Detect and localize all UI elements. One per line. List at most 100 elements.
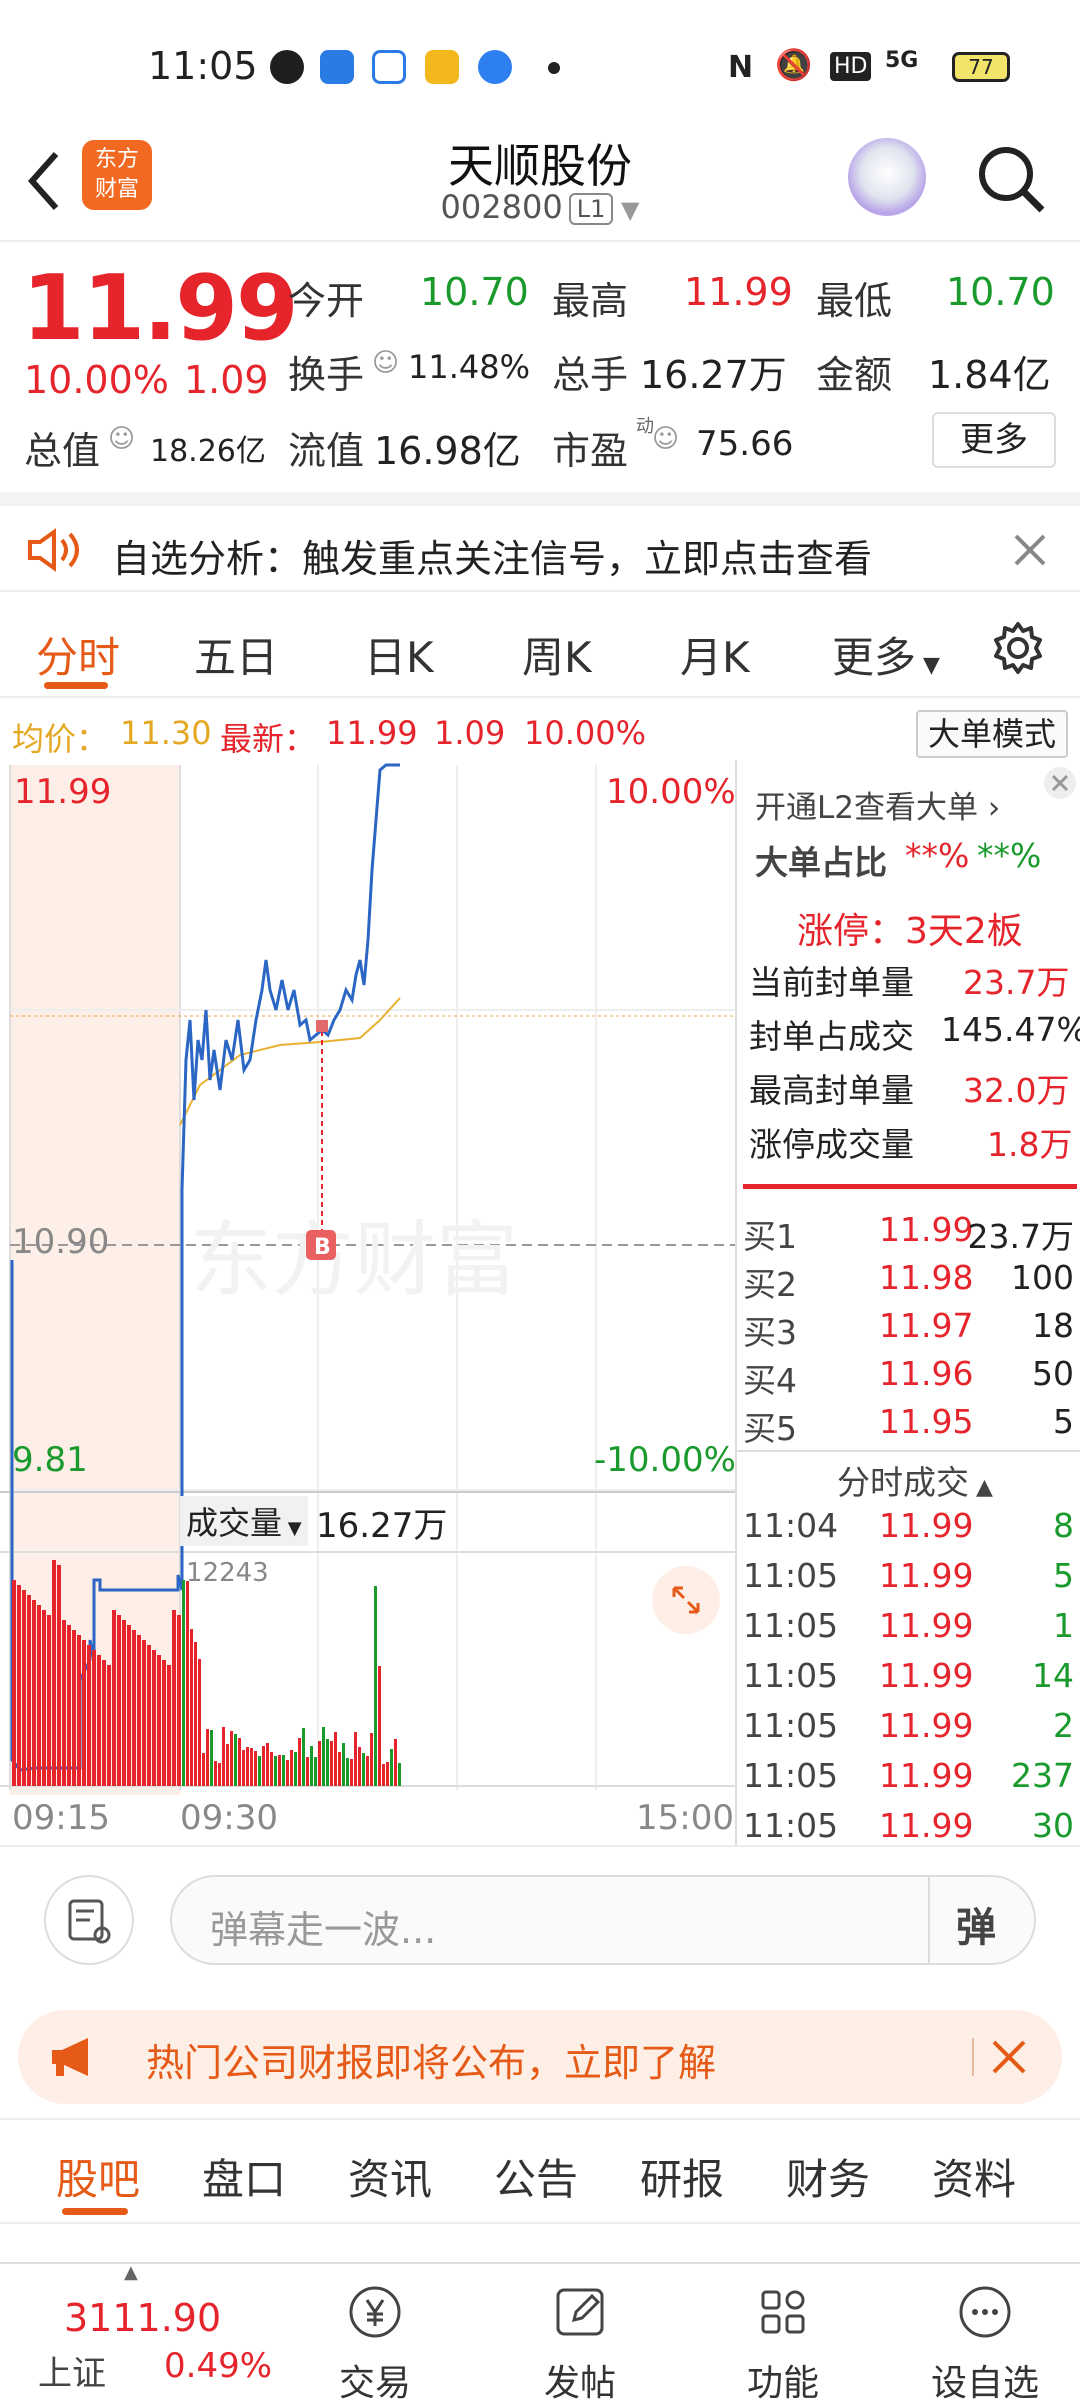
volume-bar [294,1752,297,1786]
tab-news[interactable]: 资讯 [348,2146,432,2207]
search-icon[interactable] [976,144,1048,216]
info-icon[interactable]: ☺ [652,424,679,454]
volume-bar [270,1752,273,1786]
info-icon[interactable]: ☺ [108,424,135,454]
robot-assistant-icon[interactable] [848,138,926,216]
tab-finance[interactable]: 财务 [786,2146,870,2207]
volume-bar [314,1757,317,1786]
volume-bar [102,1660,106,1786]
tick-price: 11.99 [879,1806,974,1845]
volume-bar [87,1645,91,1786]
tab-announcements[interactable]: 公告 [494,2146,578,2207]
nav-functions[interactable]: 功能 [718,2280,848,2406]
tab-monthly-k[interactable]: 月K [680,624,750,685]
tab-weekly-k[interactable]: 周K [522,624,592,685]
volume-bar [152,1650,156,1786]
amount-value: 1.84亿 [928,353,1051,397]
seal-ratio-value: 145.47% [941,1010,1080,1049]
tab-intraday[interactable]: 分时 [36,624,120,685]
big-order-label: 大单占比 [755,843,887,882]
chart-info-line: 均价： 11.30 最新： 11.99 1.09 10.00% [0,702,735,762]
last-pct: 10.00% [524,714,647,752]
note-button[interactable] [44,1875,134,1965]
tick-time: 11:05 [743,1756,839,1795]
bid-label: 买5 [743,1409,797,1448]
volume-selector-label: 成交量 [186,1504,283,1542]
tab-profile[interactable]: 资料 [932,2146,1016,2207]
index-widget[interactable]: ▲ 3111.90 上证 0.49% [0,2262,272,2402]
l2-link[interactable]: 开通L2查看大单 › [755,782,1000,827]
nav-trade[interactable]: 交易 [310,2280,440,2406]
big-order-mode-button[interactable]: 大单模式 [916,710,1068,758]
volume-bar [67,1625,71,1786]
max-seal-label: 最高封单量 [749,1071,914,1110]
volume-bar [390,1749,393,1786]
volume-bar [137,1635,141,1786]
analysis-alert[interactable]: 自选分析：触发重点关注信号，立即点击查看 [0,492,1080,592]
tick-volume: 2 [1053,1706,1074,1745]
ticks-title[interactable]: 分时成交 ▲ [837,1456,993,1504]
more-button[interactable]: 更多 [932,412,1056,468]
bid-price: 11.95 [879,1402,974,1441]
megaphone-icon [52,2038,88,2076]
time-end: 15:00 [636,1798,734,1838]
close-icon[interactable] [1012,532,1048,568]
volume-bar [246,1747,249,1786]
volume-bar [190,1629,193,1786]
settings-gear-icon[interactable] [990,620,1046,676]
volume-bar [218,1763,221,1786]
nav-add-watchlist[interactable]: 设自选 [920,2280,1050,2406]
mute-icon: 🔕 [775,48,813,83]
tick-volume: 1 [1053,1606,1074,1645]
volume-bar [47,1615,51,1786]
nav-functions-label: 功能 [746,2363,819,2404]
note-icon [68,1899,111,1944]
tab-more-label: 更多 [832,633,917,682]
danmu-input[interactable]: 弹幕走一波... 弹 [170,1875,1036,1965]
volume-bar [342,1743,345,1786]
bid-price: 11.98 [879,1258,974,1297]
tick-volume: 8 [1053,1506,1074,1545]
volume-bar [157,1655,161,1786]
volume-bar [37,1605,41,1786]
tab-more[interactable]: 更多 ▼ [832,624,940,685]
volume-bar [52,1560,56,1786]
volume-bar [72,1630,76,1786]
seal-value: 23.7万 [963,963,1070,1002]
tab-five-day[interactable]: 五日 [194,624,278,685]
earnings-promo-banner[interactable]: 热门公司财报即将公布，立即了解 [18,2010,1062,2104]
volume-bar [282,1755,285,1786]
close-icon[interactable] [990,2038,1028,2076]
tab-order-book[interactable]: 盘口 [202,2146,286,2207]
float-cap-value: 16.98亿 [374,429,521,473]
tab-daily-k[interactable]: 日K [364,624,434,685]
bid-label: 买4 [743,1361,797,1400]
volume-total: 16.27万 [316,1506,448,1546]
volume-bar [22,1590,26,1786]
big-sell-ratio: **% [977,836,1042,875]
nav-post[interactable]: 发帖 [515,2280,645,2406]
intraday-chart[interactable]: 东方财富 B 11.99 10.00% 10.90 9.81 -10.00% 成… [0,760,736,1845]
pe-label: 市盈 [552,429,629,473]
close-icon[interactable] [1043,766,1077,800]
volume-bar [206,1729,209,1786]
volume-bar [338,1752,341,1786]
browser-app-icon [478,50,512,84]
add-watchlist-icon [959,2286,1011,2338]
danmu-toggle-button[interactable]: 弹 [956,1895,996,1953]
volume-bar [290,1750,293,1786]
volume-selector[interactable]: 成交量 ▼ [180,1496,308,1546]
caret-down-icon: ▼ [282,1518,302,1539]
volume-bar [112,1610,116,1786]
info-icon[interactable]: ☺ [372,348,399,378]
input-divider [928,1877,930,1963]
expand-icon[interactable] [652,1566,720,1634]
ticks-title-label: 分时成交 [837,1463,969,1502]
volume-bar [370,1733,373,1786]
bottom-pct-label: -10.00% [594,1440,736,1480]
tab-research[interactable]: 研报 [640,2146,724,2207]
tab-forum[interactable]: 股吧 [56,2146,140,2207]
open-label: 今开 [288,279,365,323]
last-change: 1.09 [434,714,506,752]
volume-bar [302,1728,305,1786]
